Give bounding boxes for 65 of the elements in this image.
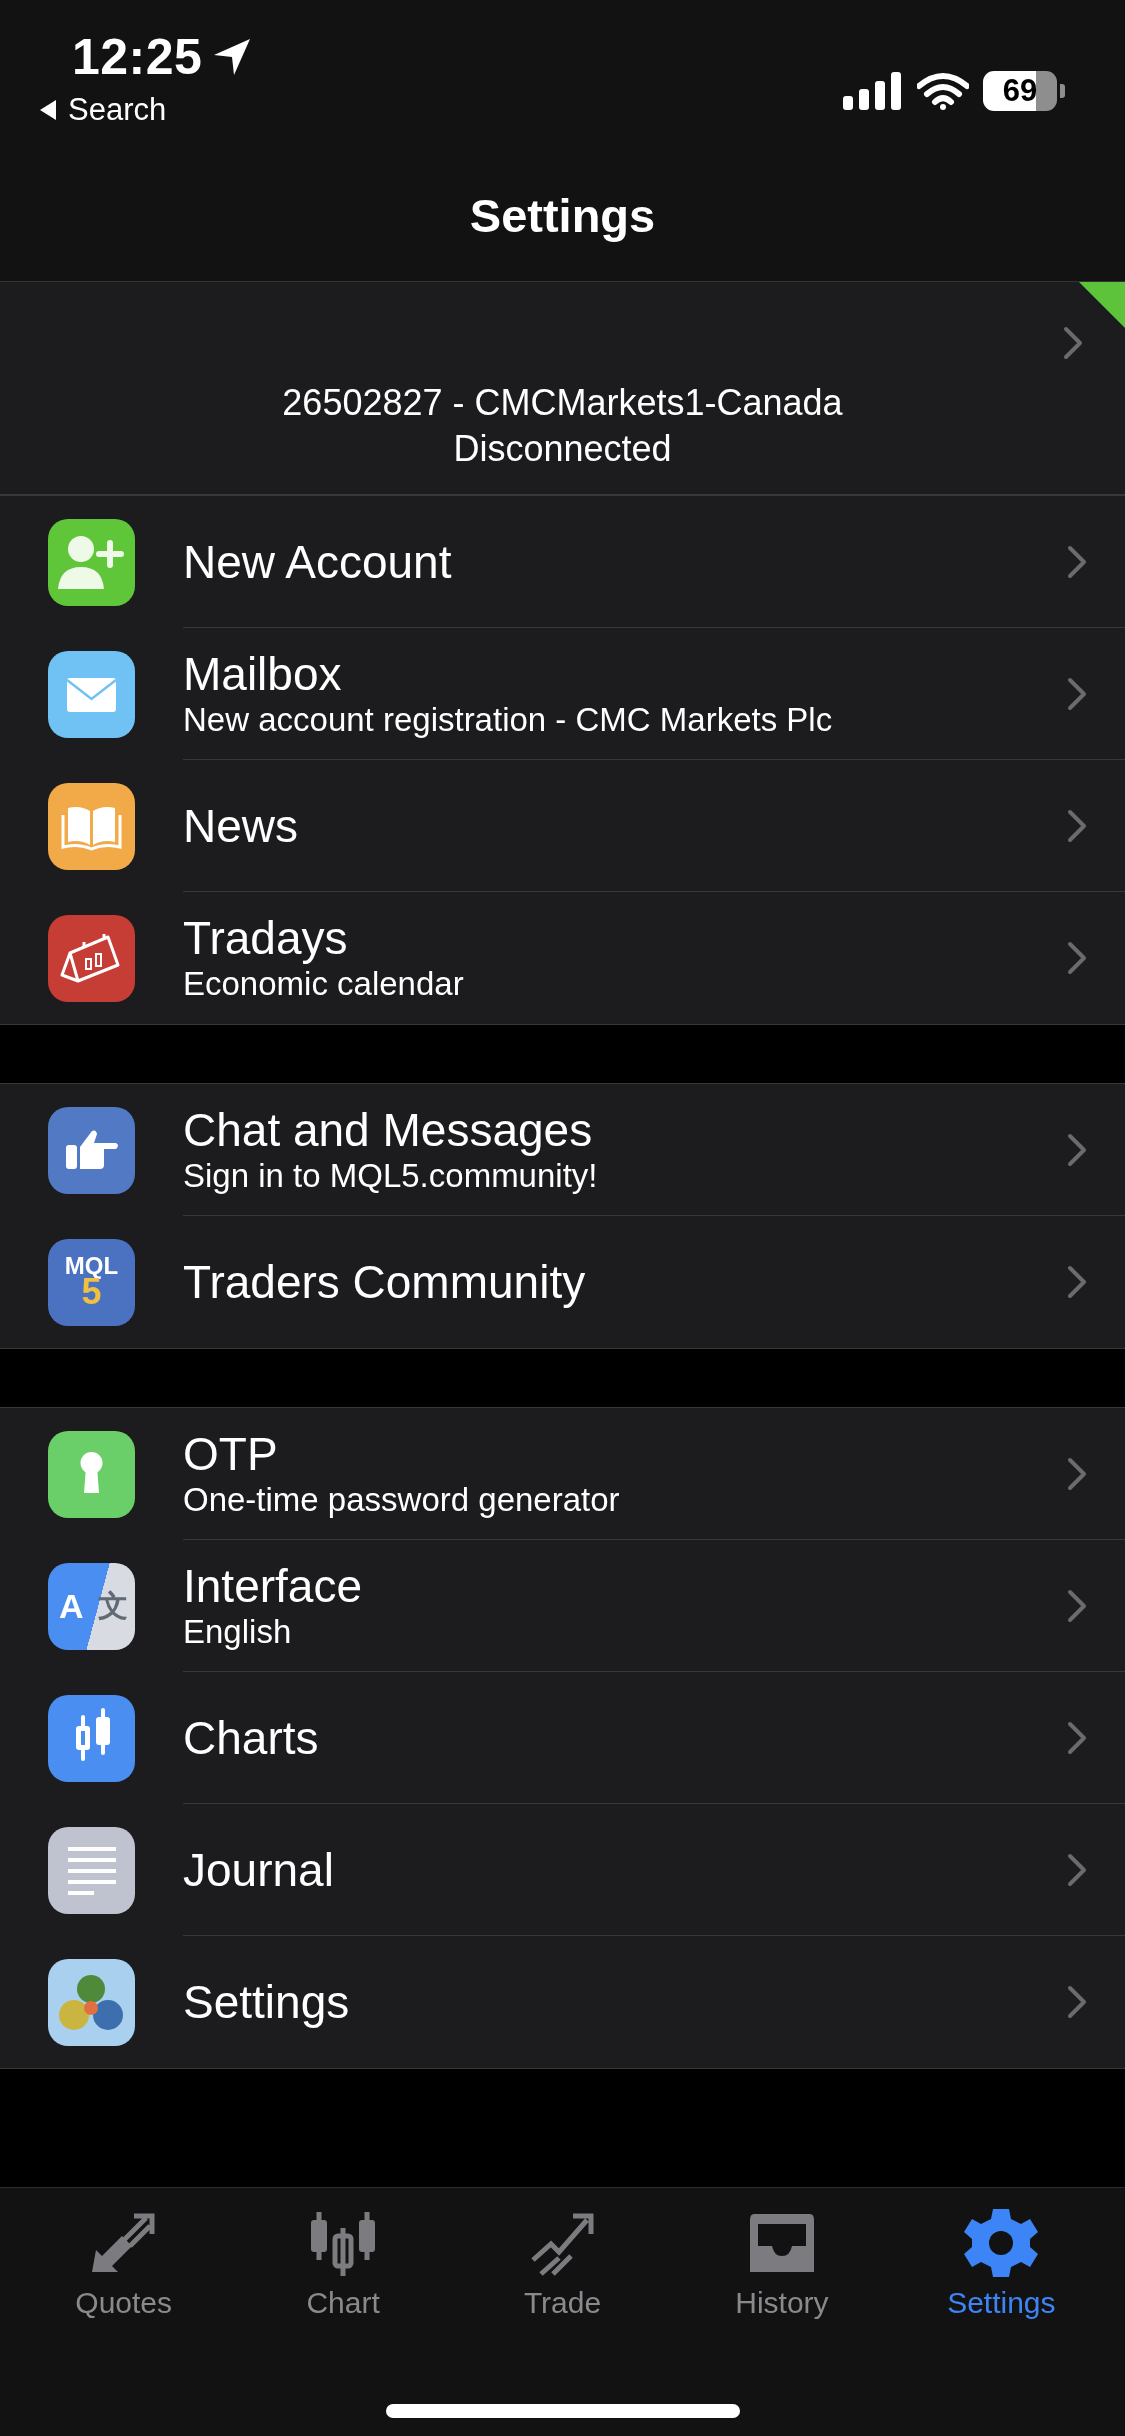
menu-item[interactable]: OTP One-time password generator: [0, 1408, 1125, 1540]
item-title: Mailbox: [183, 647, 343, 700]
tab-button[interactable]: History: [672, 2188, 892, 2320]
account-number: 26502827 - CMCMarkets1-Canada: [282, 381, 843, 425]
account-card[interactable]: 26502827 - CMCMarkets1-Canada Disconnected: [0, 282, 1125, 495]
chevron-icon: [1067, 1720, 1087, 1755]
battery-indicator: 69: [983, 71, 1065, 111]
status-time: 12:25: [72, 28, 203, 86]
chevron-icon: [1067, 1456, 1087, 1491]
connection-status: Disconnected: [453, 427, 672, 471]
add-user-icon: [48, 518, 135, 606]
pointing-hand-icon: [48, 1106, 135, 1194]
menu-item[interactable]: New Account: [0, 496, 1125, 628]
logo-text: A: [59, 1589, 84, 1623]
item-title: Tradays: [183, 912, 349, 964]
menu-item[interactable]: A 文 Interface English: [0, 1540, 1125, 1672]
chevron-icon: [1067, 941, 1087, 975]
item-title: Journal: [183, 1843, 335, 1896]
item-subtitle: English: [183, 1611, 293, 1652]
keyhole-icon: [48, 1430, 135, 1518]
menu-item[interactable]: Charts: [0, 1672, 1125, 1804]
menu-item[interactable]: News: [0, 760, 1125, 892]
book-icon: [48, 782, 135, 870]
chevron-icon: [1067, 1985, 1087, 2019]
candlestick-icon: [48, 1694, 135, 1782]
chevron-icon: [1067, 1132, 1087, 1167]
chevron-icon: [1067, 676, 1087, 711]
logo-text: 文: [97, 1591, 128, 1621]
item-title: Settings: [183, 1976, 351, 2028]
back-link[interactable]: Search: [38, 92, 253, 128]
traders-logo-icon: [48, 1958, 135, 2046]
item-subtitle: One-time password generator: [183, 1479, 621, 1520]
item-subtitle: Sign in to MQL5.community!: [183, 1156, 599, 1196]
item-title: Charts: [183, 1711, 320, 1764]
location-arrow-icon: [212, 37, 253, 77]
chevron-icon: [1063, 326, 1083, 360]
settings-icon: [963, 2208, 1040, 2278]
menu-item[interactable]: Tradays Economic calendar: [0, 892, 1125, 1024]
signal-icon: [843, 72, 903, 110]
wifi-icon: [917, 72, 969, 110]
menu-item[interactable]: Chat and Messages Sign in to MQL5.community!: [0, 1084, 1125, 1216]
chevron-icon: [1067, 1265, 1087, 1299]
calendar-icon: [48, 914, 135, 1002]
menu-item[interactable]: Journal: [0, 1804, 1125, 1936]
item-subtitle: New account registration - CMC Markets Plc: [183, 699, 834, 740]
document-lines-icon: [48, 1826, 135, 1914]
item-title: New Account: [183, 535, 453, 588]
item-title: News: [183, 799, 300, 852]
item-title: Chat and Messages: [183, 1103, 594, 1156]
back-arrow-icon: [38, 99, 58, 121]
tab-button[interactable]: Trade: [452, 2188, 673, 2320]
chevron-icon: [1067, 544, 1087, 579]
menu-item[interactable]: Settings: [0, 1936, 1125, 2068]
item-title: Interface: [183, 1559, 363, 1612]
tab-button[interactable]: Settings: [891, 2188, 1112, 2320]
tab-button[interactable]: Chart: [233, 2188, 453, 2320]
item-subtitle: Economic calendar: [183, 964, 465, 1004]
chevron-icon: [1067, 808, 1087, 843]
chevron-icon: [1067, 1588, 1087, 1623]
item-title: Traders Community: [183, 1256, 587, 1308]
envelope-icon: [48, 650, 135, 738]
chevron-icon: [1067, 1852, 1087, 1887]
tab-button[interactable]: Quotes: [14, 2188, 234, 2320]
item-title: OTP: [183, 1427, 279, 1480]
menu-item[interactable]: Mailbox New account registration - CMC Markets Plc: [0, 628, 1125, 760]
